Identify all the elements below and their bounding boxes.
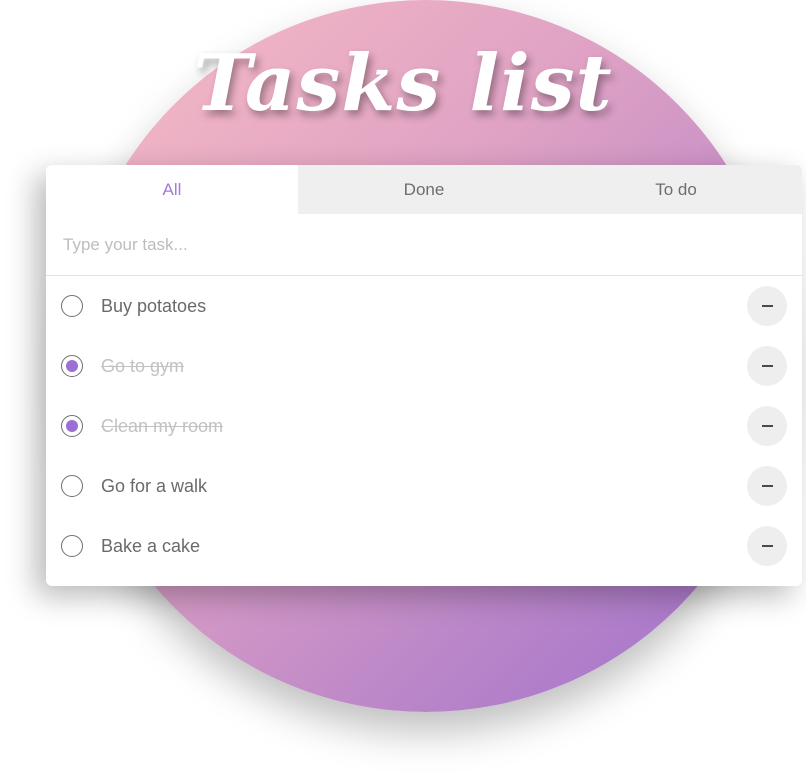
- minus-icon: [761, 365, 773, 367]
- task-checkbox[interactable]: [61, 355, 83, 377]
- filter-tabs: All Done To do: [46, 165, 802, 214]
- task-item: Go to gym: [46, 336, 802, 396]
- task-item: Go for a walk: [46, 456, 802, 516]
- task-checkbox[interactable]: [61, 475, 83, 497]
- task-checkbox[interactable]: [61, 415, 83, 437]
- tab-todo[interactable]: To do: [550, 165, 802, 214]
- new-task-row: [46, 214, 802, 276]
- remove-task-button[interactable]: [747, 526, 787, 566]
- minus-icon: [761, 305, 773, 307]
- task-label: Go to gym: [101, 355, 185, 376]
- tab-done[interactable]: Done: [298, 165, 550, 214]
- remove-task-button[interactable]: [747, 346, 787, 386]
- task-item: Buy potatoes: [46, 276, 802, 336]
- app-stage: Tasks list All Done To do Buy potatoes G…: [0, 0, 806, 779]
- minus-icon: [761, 425, 773, 427]
- minus-icon: [761, 545, 773, 547]
- task-checkbox[interactable]: [61, 295, 83, 317]
- task-label: Buy potatoes: [101, 295, 207, 316]
- task-label: Bake a cake: [101, 535, 201, 556]
- task-label: Clean my room: [101, 415, 224, 436]
- remove-task-button[interactable]: [747, 466, 787, 506]
- task-list: Buy potatoes Go to gym Clean my room Go …: [46, 276, 802, 576]
- tasks-card: All Done To do Buy potatoes Go to gym Cl…: [46, 165, 802, 586]
- task-label: Go for a walk: [101, 475, 208, 496]
- remove-task-button[interactable]: [747, 406, 787, 446]
- remove-task-button[interactable]: [747, 286, 787, 326]
- checked-dot: [66, 420, 78, 432]
- task-checkbox[interactable]: [61, 535, 83, 557]
- task-item: Bake a cake: [46, 516, 802, 576]
- task-item: Clean my room: [46, 396, 802, 456]
- tab-all[interactable]: All: [46, 165, 298, 214]
- checked-dot: [66, 360, 78, 372]
- minus-icon: [761, 485, 773, 487]
- page-title: Tasks list: [193, 38, 613, 129]
- task-input[interactable]: [46, 214, 802, 275]
